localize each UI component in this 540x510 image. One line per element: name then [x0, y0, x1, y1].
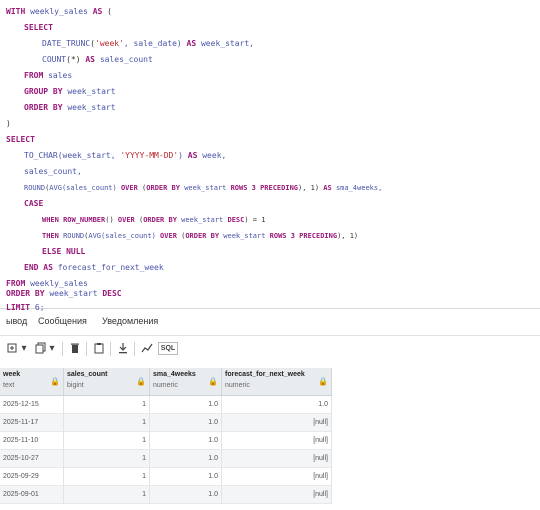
output-tabs: ывод Сообщения Уведомления [0, 308, 540, 336]
code-line-12: ROUND(AVG(sales_count) OVER (ORDER BY we… [24, 184, 383, 192]
cell-sma-4weeks[interactable]: 1.0 [150, 468, 222, 486]
lock-icon: 🔒 [318, 377, 328, 386]
code-line-3: DATE_TRUNC('week', sale_date) AS week_st… [42, 39, 254, 48]
code-line-8: ) [6, 119, 11, 128]
cell-sma-4weeks[interactable]: 1.0 [150, 450, 222, 468]
results-toolbar: ▾ ▾ SQL [0, 334, 540, 364]
tab-output[interactable]: ывод [6, 316, 27, 326]
cell-sales-count[interactable]: 1 [64, 414, 150, 432]
download-icon[interactable] [116, 341, 130, 355]
graph-icon[interactable] [140, 341, 154, 355]
table-row[interactable]: 2025-11-10 1 1.0 [null] [0, 432, 332, 450]
paste-icon[interactable] [92, 341, 106, 355]
cell-sales-count[interactable]: 1 [64, 486, 150, 504]
add-row-icon[interactable] [6, 341, 20, 355]
cell-week[interactable]: 2025-12-15 [0, 396, 64, 414]
cell-sma-4weeks[interactable]: 1.0 [150, 396, 222, 414]
code-line-11: sales_count, [24, 167, 82, 176]
table-row[interactable]: 2025-11-17 1 1.0 [null] [0, 414, 332, 432]
cell-week[interactable]: 2025-10-27 [0, 450, 64, 468]
column-type: text [3, 382, 15, 389]
code-line-5: FROM sales [24, 71, 73, 80]
delete-icon[interactable] [68, 341, 82, 355]
code-line-4: COUNT(*) AS sales_count [42, 55, 153, 64]
cell-forecast[interactable]: [null] [222, 486, 332, 504]
dropdown-icon[interactable]: ▾ [20, 341, 28, 355]
code-line-13: CASE [24, 199, 44, 208]
column-header-sales-count[interactable]: sales_count bigint 🔒 [64, 368, 150, 396]
cell-forecast[interactable]: [null] [222, 468, 332, 486]
table-row[interactable]: 2025-09-29 1 1.0 [null] [0, 468, 332, 486]
column-type: numeric [153, 382, 178, 389]
code-line-7: ORDER BY week_start [24, 103, 116, 112]
column-type: numeric [225, 382, 250, 389]
cell-sales-count[interactable]: 1 [64, 396, 150, 414]
code-line-15: THEN ROUND(AVG(sales_count) OVER (ORDER … [42, 232, 359, 240]
table-row[interactable]: 2025-12-15 1 1.0 1.0 [0, 396, 332, 414]
column-name: forecast_for_next_week [225, 371, 305, 378]
cell-sma-4weeks[interactable]: 1.0 [150, 432, 222, 450]
code-line-14: WHEN ROW_NUMBER() OVER (ORDER BY week_st… [42, 216, 266, 224]
column-name: sma_4weeks [153, 371, 196, 378]
cell-sma-4weeks[interactable]: 1.0 [150, 486, 222, 504]
column-name: week [3, 371, 21, 378]
sql-icon[interactable]: SQL [158, 342, 178, 355]
cell-forecast[interactable]: [null] [222, 450, 332, 468]
toolbar-divider [134, 342, 135, 356]
results-panel: ывод Сообщения Уведомления ▾ ▾ SQL week … [0, 308, 540, 510]
code-line-2: SELECT [24, 23, 53, 32]
column-type: bigint [67, 382, 84, 389]
lock-icon: 🔒 [50, 377, 60, 386]
sql-editor[interactable]: WITH weekly_sales AS ( SELECT DATE_TRUNC… [0, 0, 540, 308]
table-row[interactable]: 2025-09-01 1 1.0 [null] [0, 486, 332, 504]
tab-notifications[interactable]: Уведомления [102, 316, 158, 326]
cell-sales-count[interactable]: 1 [64, 432, 150, 450]
code-line-6: GROUP BY week_start [24, 87, 116, 96]
lock-icon: 🔒 [136, 377, 146, 386]
cell-forecast[interactable]: [null] [222, 414, 332, 432]
column-header-week[interactable]: week text 🔒 [0, 368, 64, 396]
table-row[interactable]: 2025-10-27 1 1.0 [null] [0, 450, 332, 468]
column-header-sma-4weeks[interactable]: sma_4weeks numeric 🔒 [150, 368, 222, 396]
toolbar-divider [86, 342, 87, 356]
code-line-9: SELECT [6, 135, 35, 144]
code-line-17: END AS forecast_for_next_week [24, 263, 164, 272]
cell-sma-4weeks[interactable]: 1.0 [150, 414, 222, 432]
lock-icon: 🔒 [208, 377, 218, 386]
cell-week[interactable]: 2025-11-17 [0, 414, 64, 432]
toolbar-divider [110, 342, 111, 356]
tab-messages[interactable]: Сообщения [38, 316, 87, 326]
cell-week[interactable]: 2025-09-01 [0, 486, 64, 504]
column-header-forecast[interactable]: forecast_for_next_week numeric 🔒 [222, 368, 332, 396]
cell-sales-count[interactable]: 1 [64, 450, 150, 468]
dropdown-icon[interactable]: ▾ [48, 341, 56, 355]
cell-forecast[interactable]: [null] [222, 432, 332, 450]
copy-icon[interactable] [34, 341, 48, 355]
cell-week[interactable]: 2025-09-29 [0, 468, 64, 486]
toolbar-divider [62, 342, 63, 356]
column-name: sales_count [67, 371, 108, 378]
cell-forecast[interactable]: 1.0 [222, 396, 332, 414]
code-line-1: WITH weekly_sales AS ( [6, 7, 112, 16]
code-line-16: ELSE NULL [42, 247, 86, 256]
cell-sales-count[interactable]: 1 [64, 468, 150, 486]
code-line-20: LIMIT 6; [6, 303, 45, 312]
code-line-10: TO_CHAR(week_start, 'YYYY-MM-DD') AS wee… [24, 151, 227, 160]
cell-week[interactable]: 2025-11-10 [0, 432, 64, 450]
